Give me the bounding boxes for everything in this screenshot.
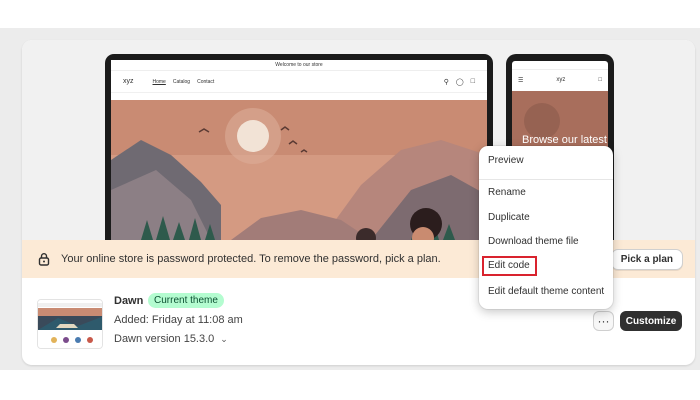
search-icon: ⚲ [443,78,449,86]
theme-name: Dawn [114,295,144,307]
nav-link-contact: Contact [197,78,215,85]
menu-divider [479,179,613,180]
mobile-store-logo: xyz [556,77,566,83]
store-logo: xyz [123,78,134,85]
page-top-bar [0,0,700,28]
menu-item-edit-default-theme-content[interactable]: Edit default theme content [479,280,613,304]
menu-item-rename[interactable]: Rename [479,181,613,205]
menu-item-duplicate[interactable]: Duplicate [479,206,613,230]
cart-icon: □ [470,78,475,85]
lock-icon [38,253,50,266]
account-icon: ◯ [455,78,464,86]
nav-link-catalog: Catalog [172,78,191,85]
more-actions-button[interactable]: ··· [593,311,614,331]
hero-illustration [111,100,487,240]
theme-version-selector[interactable]: Dawn version 15.3.0 ⌄ [114,333,228,345]
mobile-nav: ☰ xyz □ [512,70,608,90]
menu-item-preview[interactable]: Preview [479,149,613,173]
theme-version-label: Dawn version 15.3.0 [114,333,215,345]
theme-thumbnail [37,299,103,349]
mobile-heading: Browse our latest [522,134,607,146]
password-banner-message: Your online store is password protected.… [61,253,441,265]
nav-link-home: Home [152,78,166,85]
theme-actions-menu: Preview Rename Duplicate Download theme … [479,146,613,309]
desktop-preview: Welcome to our store xyz Home Catalog Co… [105,54,493,244]
theme-added-date: Added: Friday at 11:08 am [114,314,243,326]
page-bottom-area [0,370,700,400]
desktop-screen: Welcome to our store xyz Home Catalog Co… [111,60,487,244]
store-nav: xyz Home Catalog Contact ⚲ ◯ □ [111,71,487,93]
current-theme-badge: Current theme [148,293,224,308]
menu-icon: ☰ [518,77,524,84]
pick-plan-button[interactable]: Pick a plan [610,249,683,270]
chevron-down-icon: ⌄ [220,333,228,344]
mobile-cart-icon: □ [598,77,602,83]
menu-item-download-theme-file[interactable]: Download theme file [479,230,613,254]
announcement-bar: Welcome to our store [111,60,487,71]
customize-button[interactable]: Customize [620,311,682,331]
edit-code-highlight [482,256,537,276]
